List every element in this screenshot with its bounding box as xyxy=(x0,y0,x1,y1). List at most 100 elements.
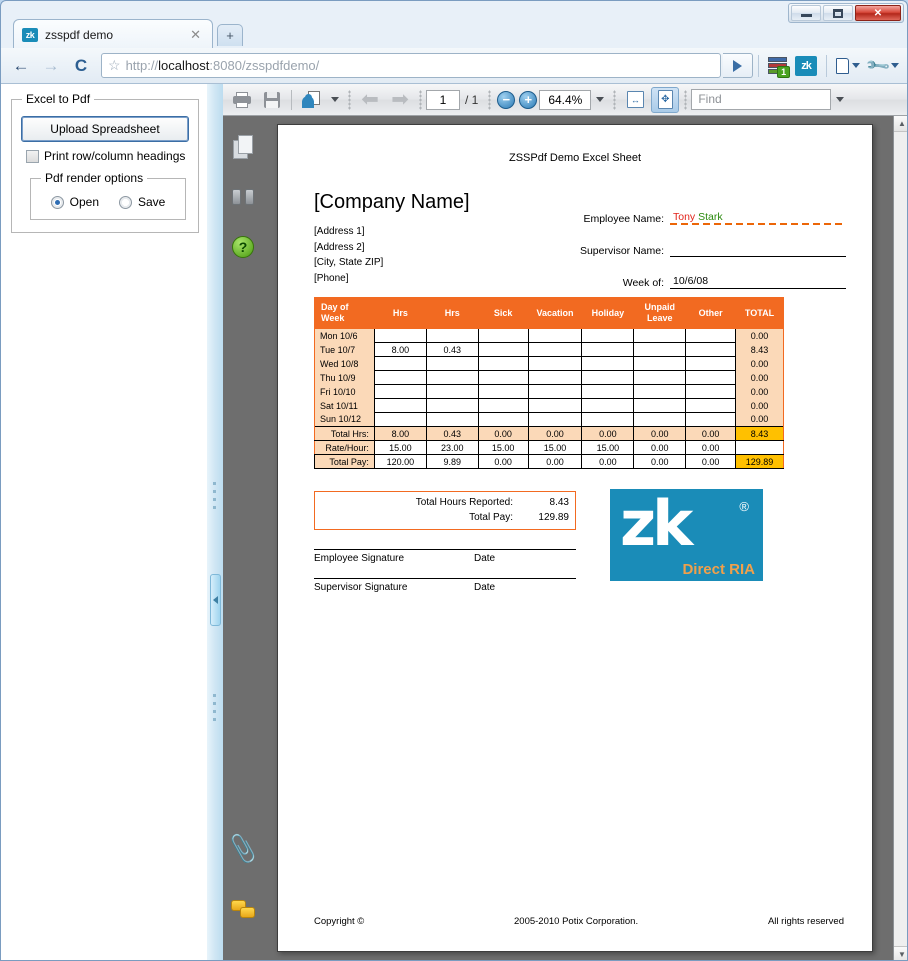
fit-page-icon: ✥ xyxy=(657,90,673,109)
cell-5 xyxy=(633,384,687,399)
next-page-button[interactable]: ➡ xyxy=(386,87,414,113)
find-input[interactable]: Find xyxy=(691,89,832,110)
supervisor-name-value xyxy=(670,243,846,257)
export-dropdown-caret-icon[interactable] xyxy=(331,97,339,102)
table-row: Thu 10/9 0.00 xyxy=(314,370,784,385)
toolbar-grip-2 xyxy=(419,89,422,110)
cell-5 xyxy=(633,412,687,427)
search-panel-button[interactable] xyxy=(223,172,263,222)
fit-page-button[interactable]: ✥ xyxy=(651,86,680,113)
cell-1 xyxy=(425,384,479,399)
employee-name-row: Employee Name: Tony Stark xyxy=(546,211,846,225)
table-row: Wed 10/8 0.00 xyxy=(314,356,784,371)
timesheet-body: Mon 10/6 0.00 Tue 10/7 8.00 0.43 8.43 Wed 10/8… xyxy=(314,328,784,469)
cell-2: 0.00 xyxy=(477,426,529,441)
browser-tab-zsspdf-demo[interactable]: zk zsspdf demo ✕ xyxy=(13,19,213,49)
reload-icon[interactable]: C xyxy=(67,53,95,79)
help-button[interactable]: ? xyxy=(223,222,263,272)
cell-3: 0.00 xyxy=(527,426,583,441)
week-of-row: Week of: 10/6/08 xyxy=(546,275,846,289)
tab-close-icon[interactable]: ✕ xyxy=(187,27,204,43)
timesheet-table: Day of Week Hrs Hrs Sick Vacation Holida… xyxy=(314,297,784,469)
total-hours-value: 8.43 xyxy=(549,497,569,508)
tab-title: zsspdf demo xyxy=(45,27,114,42)
pages-panel-button[interactable] xyxy=(223,122,263,172)
zk-extension-button[interactable]: zk xyxy=(791,53,821,79)
address-bar[interactable]: ☆ http://localhost:8080/zsspdfdemo/ xyxy=(101,53,722,78)
table-row: Sun 10/12 0.00 xyxy=(314,412,784,427)
cell-4 xyxy=(581,412,635,427)
zoom-in-button[interactable]: + xyxy=(519,90,538,109)
summary-box: Total Hours Reported: 8.43 Total Pay: 12… xyxy=(314,491,576,530)
cell-grand-total: 129.89 xyxy=(735,454,784,469)
total-pay-value: 129.89 xyxy=(538,512,569,523)
toolbar-grip-1 xyxy=(348,89,351,110)
header-vacation: Vacation xyxy=(527,297,583,329)
registered-trademark-icon: ® xyxy=(739,499,749,514)
attachments-panel-button[interactable]: 📎 xyxy=(223,824,263,874)
zk-logo-icon: zk xyxy=(795,55,818,76)
reading-list-button[interactable]: 1 xyxy=(764,53,791,79)
radio-open[interactable] xyxy=(50,195,64,209)
page-number-input[interactable]: 1 xyxy=(426,89,460,110)
pdf-vertical-scrollbar[interactable]: ▲ ▼ xyxy=(893,116,907,960)
print-headings-row[interactable]: Print row/column headings xyxy=(26,149,188,163)
supervisor-name-label: Supervisor Name: xyxy=(579,245,664,257)
chevron-down-icon xyxy=(852,63,861,68)
splitter-collapse-handle[interactable] xyxy=(210,574,221,626)
sheet-title: ZSSPdf Demo Excel Sheet xyxy=(508,152,642,164)
cell-row-total: 0.00 xyxy=(735,328,784,343)
scroll-down-arrow-icon[interactable]: ▼ xyxy=(894,946,907,960)
total-pay-label: Total Pay: xyxy=(469,512,513,523)
cell-row-total: 0.00 xyxy=(735,398,784,413)
summary-row-hours: Total Hours Reported: 8.43 xyxy=(321,495,569,510)
panel-splitter[interactable] xyxy=(207,84,223,960)
header-unpaid-leave: Unpaid Leave xyxy=(633,297,687,329)
cell-1 xyxy=(425,328,479,343)
radio-save[interactable] xyxy=(119,195,132,209)
toolbar-grip-4 xyxy=(613,89,617,110)
header-sick: Sick xyxy=(477,297,529,329)
cell-day: Mon 10/6 xyxy=(314,328,375,343)
cell-6: 0.00 xyxy=(685,440,737,455)
print-button[interactable] xyxy=(228,87,256,113)
pdf-viewer: Previous page ⬅ ➡ 1 / 1 − + 64.4% ↔ xyxy=(223,84,907,960)
cell-2 xyxy=(477,342,529,357)
pdf-render-options-fieldset: Pdf render options Open Save xyxy=(30,171,186,220)
previous-page-button[interactable]: Previous page ⬅ xyxy=(356,87,384,113)
back-button[interactable]: ← xyxy=(7,53,35,79)
cell-label: Total Pay: xyxy=(314,454,375,469)
minimize-icon xyxy=(800,14,812,17)
new-tab-button[interactable]: + xyxy=(217,24,243,46)
zoom-out-button[interactable]: − xyxy=(497,90,516,109)
header-hrs-1: Hrs xyxy=(373,297,427,329)
go-button[interactable] xyxy=(723,53,754,78)
upload-spreadsheet-button[interactable]: Upload Spreadsheet xyxy=(21,116,189,142)
cell-6 xyxy=(685,328,737,343)
zoom-dropdown-caret-icon[interactable] xyxy=(596,97,605,102)
page-menu-button[interactable] xyxy=(832,53,864,79)
cell-0 xyxy=(373,328,427,343)
header-total: TOTAL xyxy=(735,297,784,329)
cell-3 xyxy=(527,384,583,399)
forward-button[interactable]: → xyxy=(37,53,65,79)
bookmark-star-icon[interactable]: ☆ xyxy=(106,57,126,74)
table-row-totals: Total Hrs: 8.00 0.43 0.00 0.00 0.00 0.00 0.00 8.… xyxy=(314,426,784,441)
cell-0: 120.00 xyxy=(373,454,427,469)
find-dropdown-caret-icon[interactable] xyxy=(836,97,845,102)
comments-panel-button[interactable] xyxy=(223,884,263,934)
cell-4 xyxy=(581,342,635,357)
zoom-level-input[interactable]: 64.4% xyxy=(539,89,592,110)
print-headings-checkbox[interactable] xyxy=(26,149,39,163)
cell-5 xyxy=(633,342,687,357)
supervisor-signature-date-label: Date xyxy=(474,582,496,593)
tools-menu-button[interactable]: 🔧 xyxy=(864,53,903,79)
cell-1 xyxy=(425,370,479,385)
save-button[interactable] xyxy=(258,87,286,113)
cell-1 xyxy=(425,398,479,413)
export-button[interactable] xyxy=(297,87,325,113)
fit-width-button[interactable]: ↔ xyxy=(621,87,649,113)
nav-divider xyxy=(758,54,760,77)
scroll-up-arrow-icon[interactable]: ▲ xyxy=(894,116,907,132)
cell-0 xyxy=(373,398,427,413)
